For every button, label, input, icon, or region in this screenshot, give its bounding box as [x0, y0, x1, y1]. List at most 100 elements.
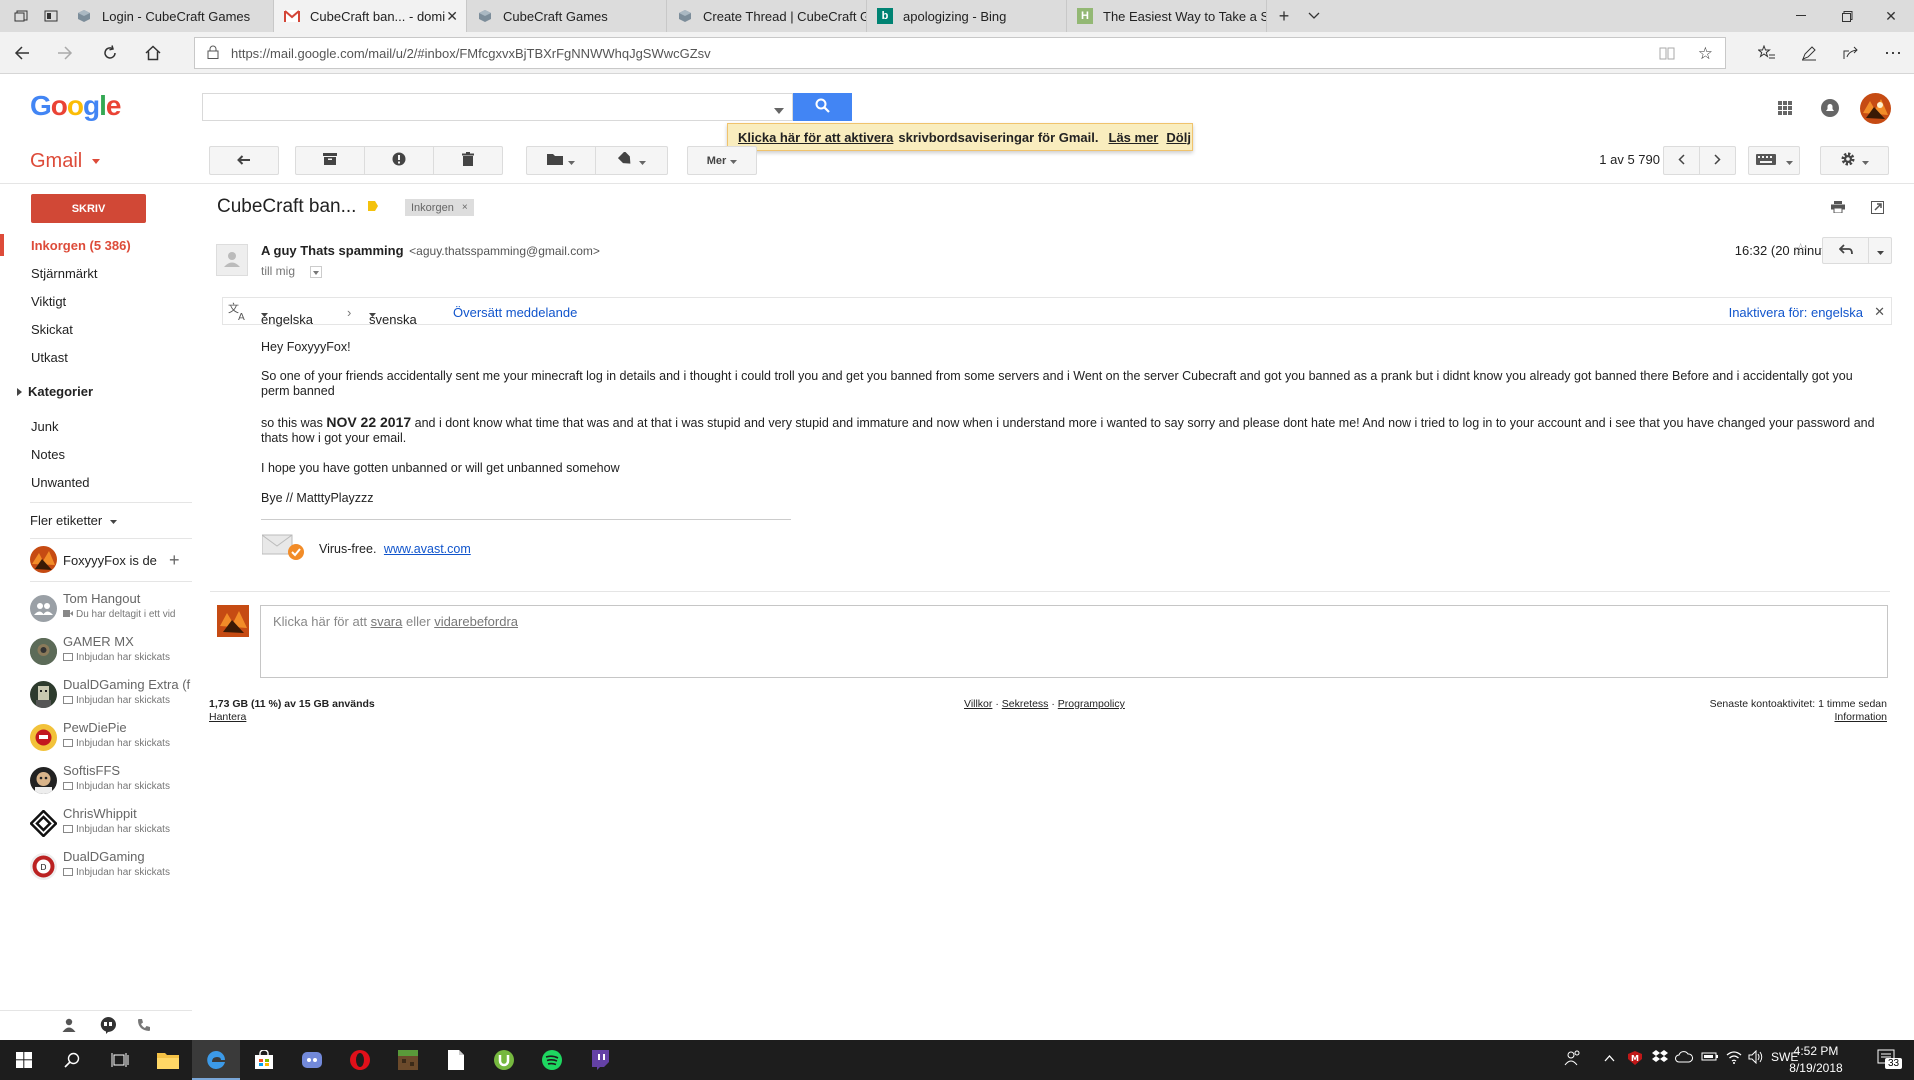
browser-tab[interactable]: Create Thread | CubeCraft G	[667, 0, 867, 32]
hangouts-contact[interactable]: SoftisFFS Inbjudan har skickats	[30, 763, 195, 799]
apps-grid-icon[interactable]	[1773, 96, 1797, 120]
more-labels-toggle[interactable]: Fler etiketter	[30, 513, 117, 528]
input-tools-button[interactable]	[1748, 146, 1800, 175]
favorite-star-icon[interactable]: ☆	[1698, 44, 1713, 64]
windows-start-icon[interactable]	[0, 1040, 48, 1080]
gmail-menu[interactable]: Gmail	[30, 150, 100, 173]
account-avatar[interactable]	[1860, 93, 1891, 124]
store-icon[interactable]	[240, 1040, 288, 1080]
forward-icon[interactable]	[50, 38, 80, 68]
browser-tab[interactable]: Login - CubeCraft Games	[66, 0, 274, 32]
back-icon[interactable]	[7, 38, 37, 68]
refresh-icon[interactable]	[95, 38, 125, 68]
remove-label-icon[interactable]: ×	[462, 202, 468, 213]
sender[interactable]: A guy Thats spamming <aguy.thatsspamming…	[261, 243, 600, 258]
home-icon[interactable]	[138, 38, 168, 68]
url-input[interactable]: https://mail.google.com/mail/u/2/#inbox/…	[194, 37, 1726, 69]
reply-button[interactable]	[1822, 237, 1869, 264]
share-icon[interactable]	[1836, 38, 1866, 68]
discord-icon[interactable]	[288, 1040, 336, 1080]
archive-button[interactable]	[295, 146, 365, 175]
hangouts-contact[interactable]: D DualDGaming Inbjudan har skickats	[30, 849, 195, 885]
onedrive-cloud-icon[interactable]	[1675, 1050, 1693, 1067]
opera-icon[interactable]	[336, 1040, 384, 1080]
add-contact-icon[interactable]: +	[169, 550, 180, 571]
notepad-file-icon[interactable]	[432, 1040, 480, 1080]
more-actions-button[interactable]: Mer	[687, 146, 757, 175]
avast-envelope-icon[interactable]	[261, 533, 304, 563]
show-details-icon[interactable]	[310, 265, 323, 278]
newer-message-button[interactable]	[1663, 146, 1700, 175]
sidebar-item-important[interactable]: Viktigt	[31, 294, 66, 309]
browser-tab[interactable]: b apologizing - Bing	[867, 0, 1067, 32]
compose-button[interactable]: SKRIV	[31, 194, 146, 223]
wifi-icon[interactable]	[1726, 1050, 1742, 1067]
enable-notifications-link[interactable]: Klicka här för att aktivera	[738, 130, 893, 145]
contacts-person-icon[interactable]	[62, 1018, 76, 1035]
show-hidden-icons-chevron-icon[interactable]	[1604, 1050, 1615, 1065]
browser-tab[interactable]: CubeCraft Games	[467, 0, 667, 32]
back-to-inbox-button[interactable]	[209, 146, 279, 175]
program-policy-link[interactable]: Programpolicy	[1058, 698, 1125, 710]
search-options-dropdown-icon[interactable]	[774, 102, 784, 117]
sidebar-item-categories[interactable]: Kategorier	[17, 384, 93, 399]
older-message-button[interactable]	[1699, 146, 1736, 175]
set-aside-tabs-icon[interactable]	[6, 0, 36, 32]
hangouts-contact[interactable]: GAMER MX Inbjudan har skickats	[30, 634, 195, 670]
sidebar-label-junk[interactable]: Junk	[31, 419, 58, 434]
show-tabs-aside-icon[interactable]	[36, 0, 66, 32]
dropbox-icon[interactable]	[1652, 1050, 1668, 1067]
close-window-icon[interactable]: ✕	[1868, 0, 1914, 32]
chevron-down-icon[interactable]	[1299, 0, 1329, 32]
hide-notification-link[interactable]: Dölj	[1166, 130, 1191, 145]
important-marker-icon[interactable]	[368, 201, 378, 211]
report-spam-button[interactable]	[364, 146, 434, 175]
delete-button[interactable]	[433, 146, 503, 175]
battery-icon[interactable]	[1701, 1050, 1719, 1065]
file-explorer-icon[interactable]	[144, 1040, 192, 1080]
system-clock[interactable]: 4:52 PM 8/19/2018	[1778, 1043, 1854, 1077]
more-menu-icon[interactable]: ⋯	[1878, 38, 1908, 68]
close-tab-icon[interactable]: ✕	[446, 8, 458, 25]
notifications-bell-icon[interactable]	[1818, 96, 1842, 120]
spotify-icon[interactable]	[528, 1040, 576, 1080]
translate-message-link[interactable]: Översätt meddelande	[453, 305, 577, 320]
avast-link[interactable]: www.avast.com	[384, 542, 471, 556]
phone-icon[interactable]	[137, 1018, 151, 1035]
activity-details-link[interactable]: Information	[1790, 711, 1887, 723]
hangouts-contact[interactable]: PewDiePie Inbjudan har skickats	[30, 720, 195, 756]
more-reply-options-button[interactable]	[1868, 237, 1892, 264]
browser-tab[interactable]: H The Easiest Way to Take a S	[1067, 0, 1267, 32]
move-to-button[interactable]	[526, 146, 596, 175]
sidebar-item-inbox[interactable]: Inkorgen (5 386)	[31, 238, 131, 253]
sidebar-item-drafts[interactable]: Utkast	[31, 350, 68, 365]
web-note-icon[interactable]	[1794, 38, 1824, 68]
browser-tab-active[interactable]: CubeCraft ban... - domi ✕	[274, 0, 467, 32]
volume-icon[interactable]	[1748, 1049, 1764, 1067]
hangouts-contact[interactable]: DualDGaming Extra (f Inbjudan har skicka…	[30, 677, 195, 713]
print-icon[interactable]	[1831, 201, 1845, 216]
search-icon[interactable]	[48, 1040, 96, 1080]
manage-storage-link[interactable]: Hantera	[209, 711, 246, 723]
target-language-dropdown[interactable]: svenska	[369, 305, 417, 327]
privacy-link[interactable]: Sekretess	[1002, 698, 1049, 710]
learn-more-link[interactable]: Läs mer	[1109, 130, 1159, 145]
search-input[interactable]	[202, 93, 793, 121]
favorites-hub-icon[interactable]	[1752, 38, 1782, 68]
sidebar-item-sent[interactable]: Skickat	[31, 322, 73, 337]
terms-link[interactable]: Villkor	[964, 698, 992, 710]
people-icon[interactable]	[1564, 1050, 1582, 1069]
utorrent-icon[interactable]	[480, 1040, 528, 1080]
reply-link[interactable]: svara	[371, 614, 403, 629]
source-language-dropdown[interactable]: engelska	[261, 305, 313, 327]
twitch-icon[interactable]	[576, 1040, 624, 1080]
google-logo[interactable]: Google	[30, 90, 121, 122]
labels-button[interactable]	[595, 146, 668, 175]
action-center-icon[interactable]: 33	[1876, 1048, 1903, 1075]
new-tab-icon[interactable]: +	[1269, 0, 1299, 32]
restore-icon[interactable]	[1824, 0, 1870, 32]
minimize-icon[interactable]	[1778, 0, 1824, 32]
hangouts-me[interactable]: FoxyyyFox is de +	[30, 545, 195, 575]
hangouts-contact[interactable]: Tom Hangout Du har deltagit i ett vid	[30, 591, 195, 627]
hangouts-chat-icon[interactable]	[99, 1016, 117, 1037]
